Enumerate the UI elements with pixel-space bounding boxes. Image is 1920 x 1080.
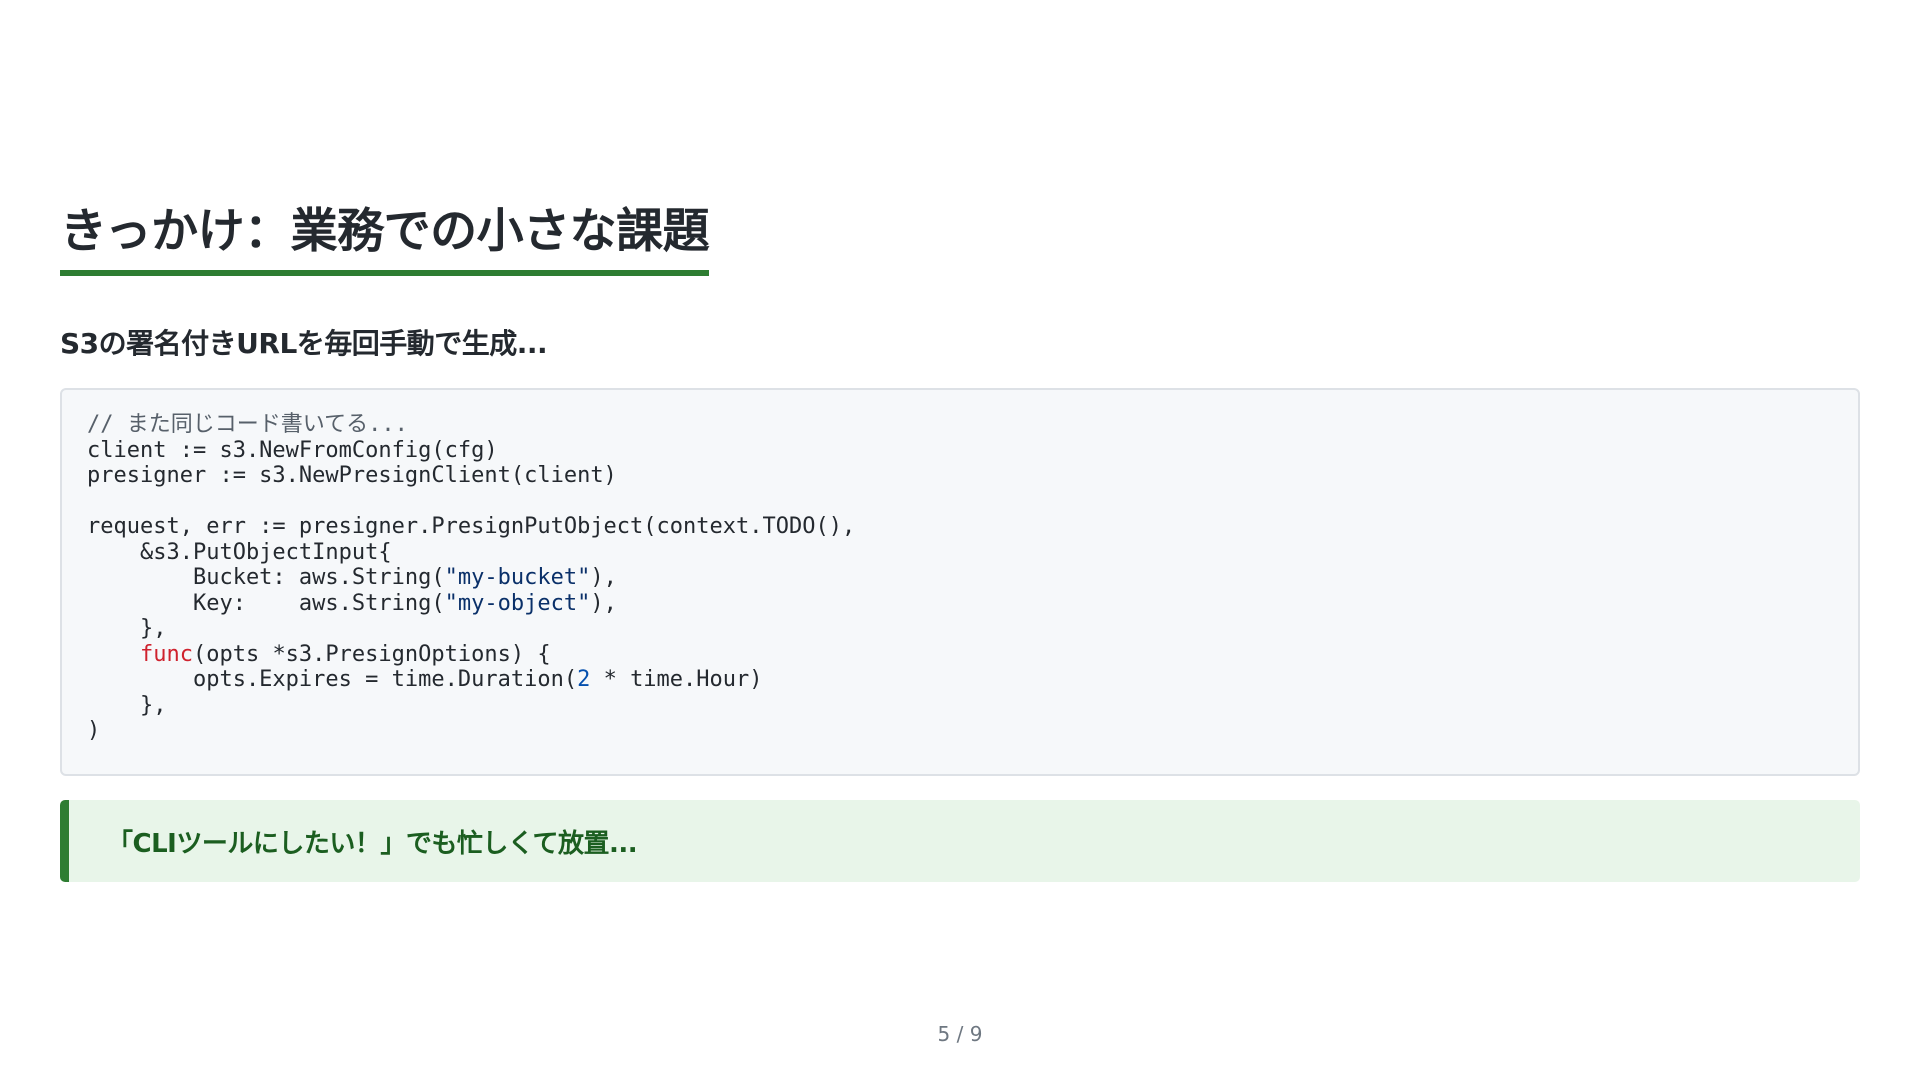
code-token-plain: Key: aws.String(: [87, 590, 445, 616]
code-token-plain: },: [87, 692, 167, 718]
code-token-string: "my-object": [444, 590, 591, 616]
slide: きっかけ：業務での小さな課題 S3の署名付きURLを毎回手動で生成... // …: [0, 0, 1920, 1080]
code-token-plain: &s3.PutObjectInput{: [87, 539, 392, 565]
callout-text: 「CLIツールにしたい！」でも忙しくて放置...: [107, 828, 638, 859]
code-token-string: "my-bucket": [444, 565, 591, 590]
code-line: func(opts *s3.PresignOptions) {: [87, 642, 551, 667]
code-token-plain: client := s3.NewFromConfig(cfg): [87, 437, 498, 463]
page-number: 5 / 9: [937, 1022, 983, 1046]
code-token-plain: ): [87, 718, 101, 743]
code-line: Key: aws.String("my-object"),: [87, 591, 617, 616]
code-line: opts.Expires = time.Duration(2 * time.Ho…: [87, 667, 763, 692]
code-line: request, err := presigner.PresignPutObje…: [87, 514, 855, 539]
code-line: ): [87, 718, 100, 743]
code-line: Bucket: aws.String("my-bucket"),: [87, 565, 617, 590]
code-token-plain: (opts *s3.PresignOptions) {: [192, 641, 551, 667]
code-token-keyword: func: [139, 641, 193, 667]
callout-box: 「CLIツールにしたい！」でも忙しくて放置...: [60, 800, 1860, 882]
code-token-plain: Bucket: aws.String(: [87, 565, 445, 590]
code-line: },: [87, 692, 167, 718]
code-token-number: 2: [577, 667, 591, 692]
code-token-plain: presigner := s3.NewPresignClient(client): [87, 463, 617, 488]
code-token-plain: opts.Expires = time.Duration(: [87, 667, 578, 692]
code-token-comment: // また同じコード書いてる...: [87, 412, 408, 437]
code-line: &s3.PutObjectInput{: [87, 540, 392, 565]
slide-title: きっかけ：業務での小さな課題: [60, 200, 710, 276]
slide-subtitle: S3の署名付きURLを毎回手動で生成...: [60, 327, 548, 360]
code-token-plain: * time.Hour): [590, 667, 763, 692]
code-token-plain: ),: [590, 565, 617, 590]
code-line: },: [87, 616, 167, 641]
code-content: // また同じコード書いてる... client := s3.NewFromCo…: [87, 412, 1858, 744]
title-wrap: きっかけ：業務での小さな課題: [60, 200, 710, 276]
code-token-plain: ),: [590, 590, 617, 616]
code-token-plain: request, err := presigner.PresignPutObje…: [87, 514, 856, 539]
code-token-plain: },: [87, 616, 167, 641]
code-line: // また同じコード書いてる...: [87, 412, 408, 437]
code-block[interactable]: // また同じコード書いてる... client := s3.NewFromCo…: [60, 388, 1860, 776]
code-line: client := s3.NewFromConfig(cfg): [87, 438, 498, 463]
code-line: presigner := s3.NewPresignClient(client): [87, 463, 617, 488]
